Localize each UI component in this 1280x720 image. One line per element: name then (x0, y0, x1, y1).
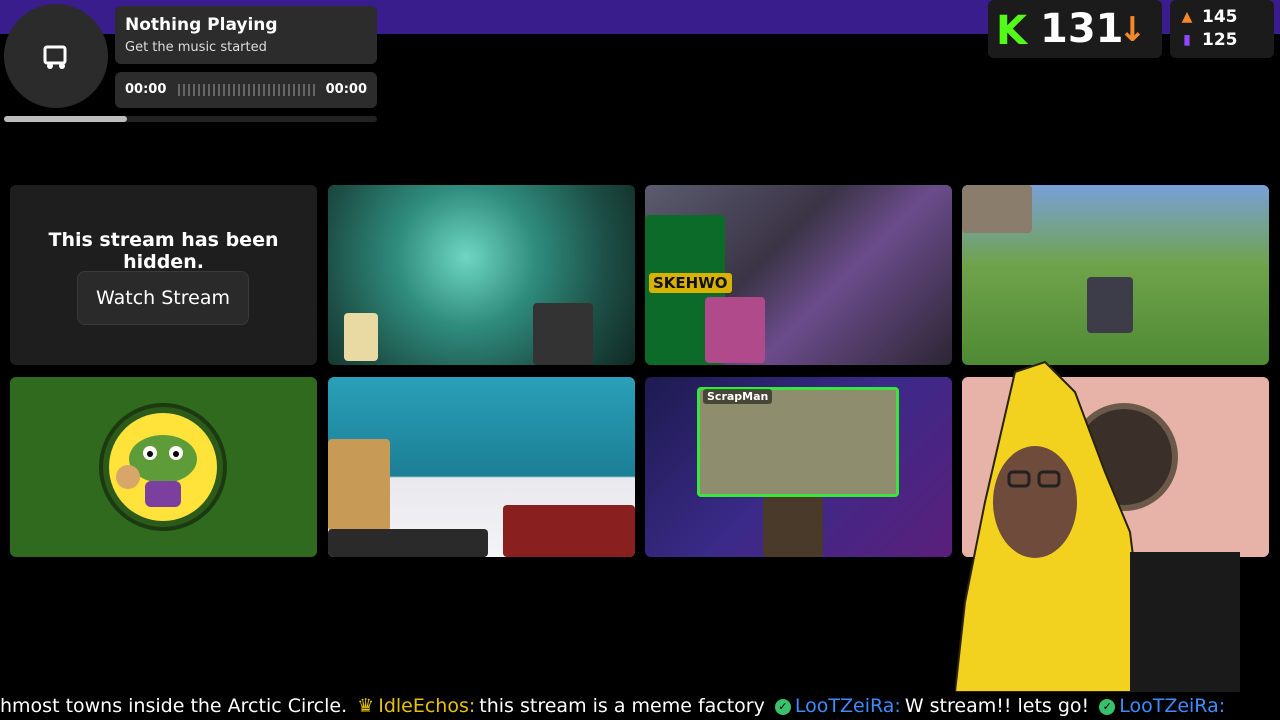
kick-logo: K (996, 8, 1027, 54)
ticker-lead-text: hmost towns inside the Arctic Circle. (0, 695, 348, 717)
watch-stream-button[interactable]: Watch Stream (77, 271, 249, 325)
hidden-stream-message: This stream has been hidden. (48, 229, 279, 273)
viewer-count: 131 (1040, 6, 1124, 52)
chat-message: W stream!! lets go! (904, 695, 1090, 717)
chat-username: LooTZeiRa: (1119, 695, 1226, 717)
chat-username: LooTZeiRa: (794, 695, 901, 717)
verified-badge-icon: ✓ (774, 698, 791, 715)
subs-count: 125 (1202, 30, 1238, 50)
music-artwork (4, 4, 108, 108)
arrow-down-icon: ↓ (1118, 10, 1147, 50)
pepe-logo-icon (99, 403, 227, 531)
music-subtitle: Get the music started (125, 40, 267, 55)
music-progress-track (4, 116, 377, 122)
followers-stat: ▲ 145 (1180, 7, 1238, 27)
cart-icon (43, 45, 67, 69)
music-timeline: 00:00 00:00 (115, 72, 377, 108)
webcam-overlay (705, 297, 765, 363)
stream-tile-5[interactable] (10, 377, 317, 557)
time-total: 00:00 (325, 82, 367, 97)
music-progress-fill (4, 116, 128, 122)
stream-tile-3[interactable]: SKEHWO (645, 185, 952, 365)
webcam-strip (328, 529, 488, 557)
stream-tile-7[interactable]: ScrapMan (645, 377, 952, 557)
time-elapsed: 00:00 (125, 82, 167, 97)
hidden-stream-tile: This stream has been hidden. Watch Strea… (10, 185, 317, 365)
chat-ticker: hmost towns inside the Arctic Circle. ♛ I… (0, 692, 1280, 720)
bars-icon: ▮ (1183, 32, 1191, 48)
duck-figure (344, 313, 378, 361)
chair-object (503, 505, 635, 557)
stream-tile-4[interactable] (962, 185, 1269, 365)
kick-viewer-counter: K 131 ↓ (988, 0, 1162, 58)
webcam-overlay (962, 185, 1032, 233)
person-icon: ▲ (1181, 9, 1193, 25)
music-info-panel: Nothing Playing Get the music started (115, 6, 377, 64)
streamer-webcam (953, 352, 1240, 693)
crown-icon: ♛ (357, 695, 375, 717)
banana-costume-figure (953, 360, 1240, 693)
stats-panel: ▲ 145 ▮ 125 (1170, 0, 1274, 58)
subs-stat: ▮ 125 (1180, 30, 1238, 50)
verified-badge-icon: ✓ (1099, 698, 1116, 715)
chat-message: this stream is a meme factory (479, 695, 765, 717)
vehicle-figure (1087, 277, 1133, 333)
stream-tile-6[interactable] (328, 377, 635, 557)
webcam-overlay (533, 303, 593, 365)
chat-username: IdleEchos: (378, 695, 476, 717)
webcam-overlay (763, 497, 823, 557)
followers-count: 145 (1202, 7, 1238, 27)
streamer-name-label: ScrapMan (703, 389, 773, 404)
crate-object (328, 439, 390, 531)
stream-tile-2[interactable] (328, 185, 635, 365)
waveform (178, 84, 316, 96)
music-title: Nothing Playing (125, 15, 278, 35)
streamer-name-label: SKEHWO (649, 273, 732, 293)
